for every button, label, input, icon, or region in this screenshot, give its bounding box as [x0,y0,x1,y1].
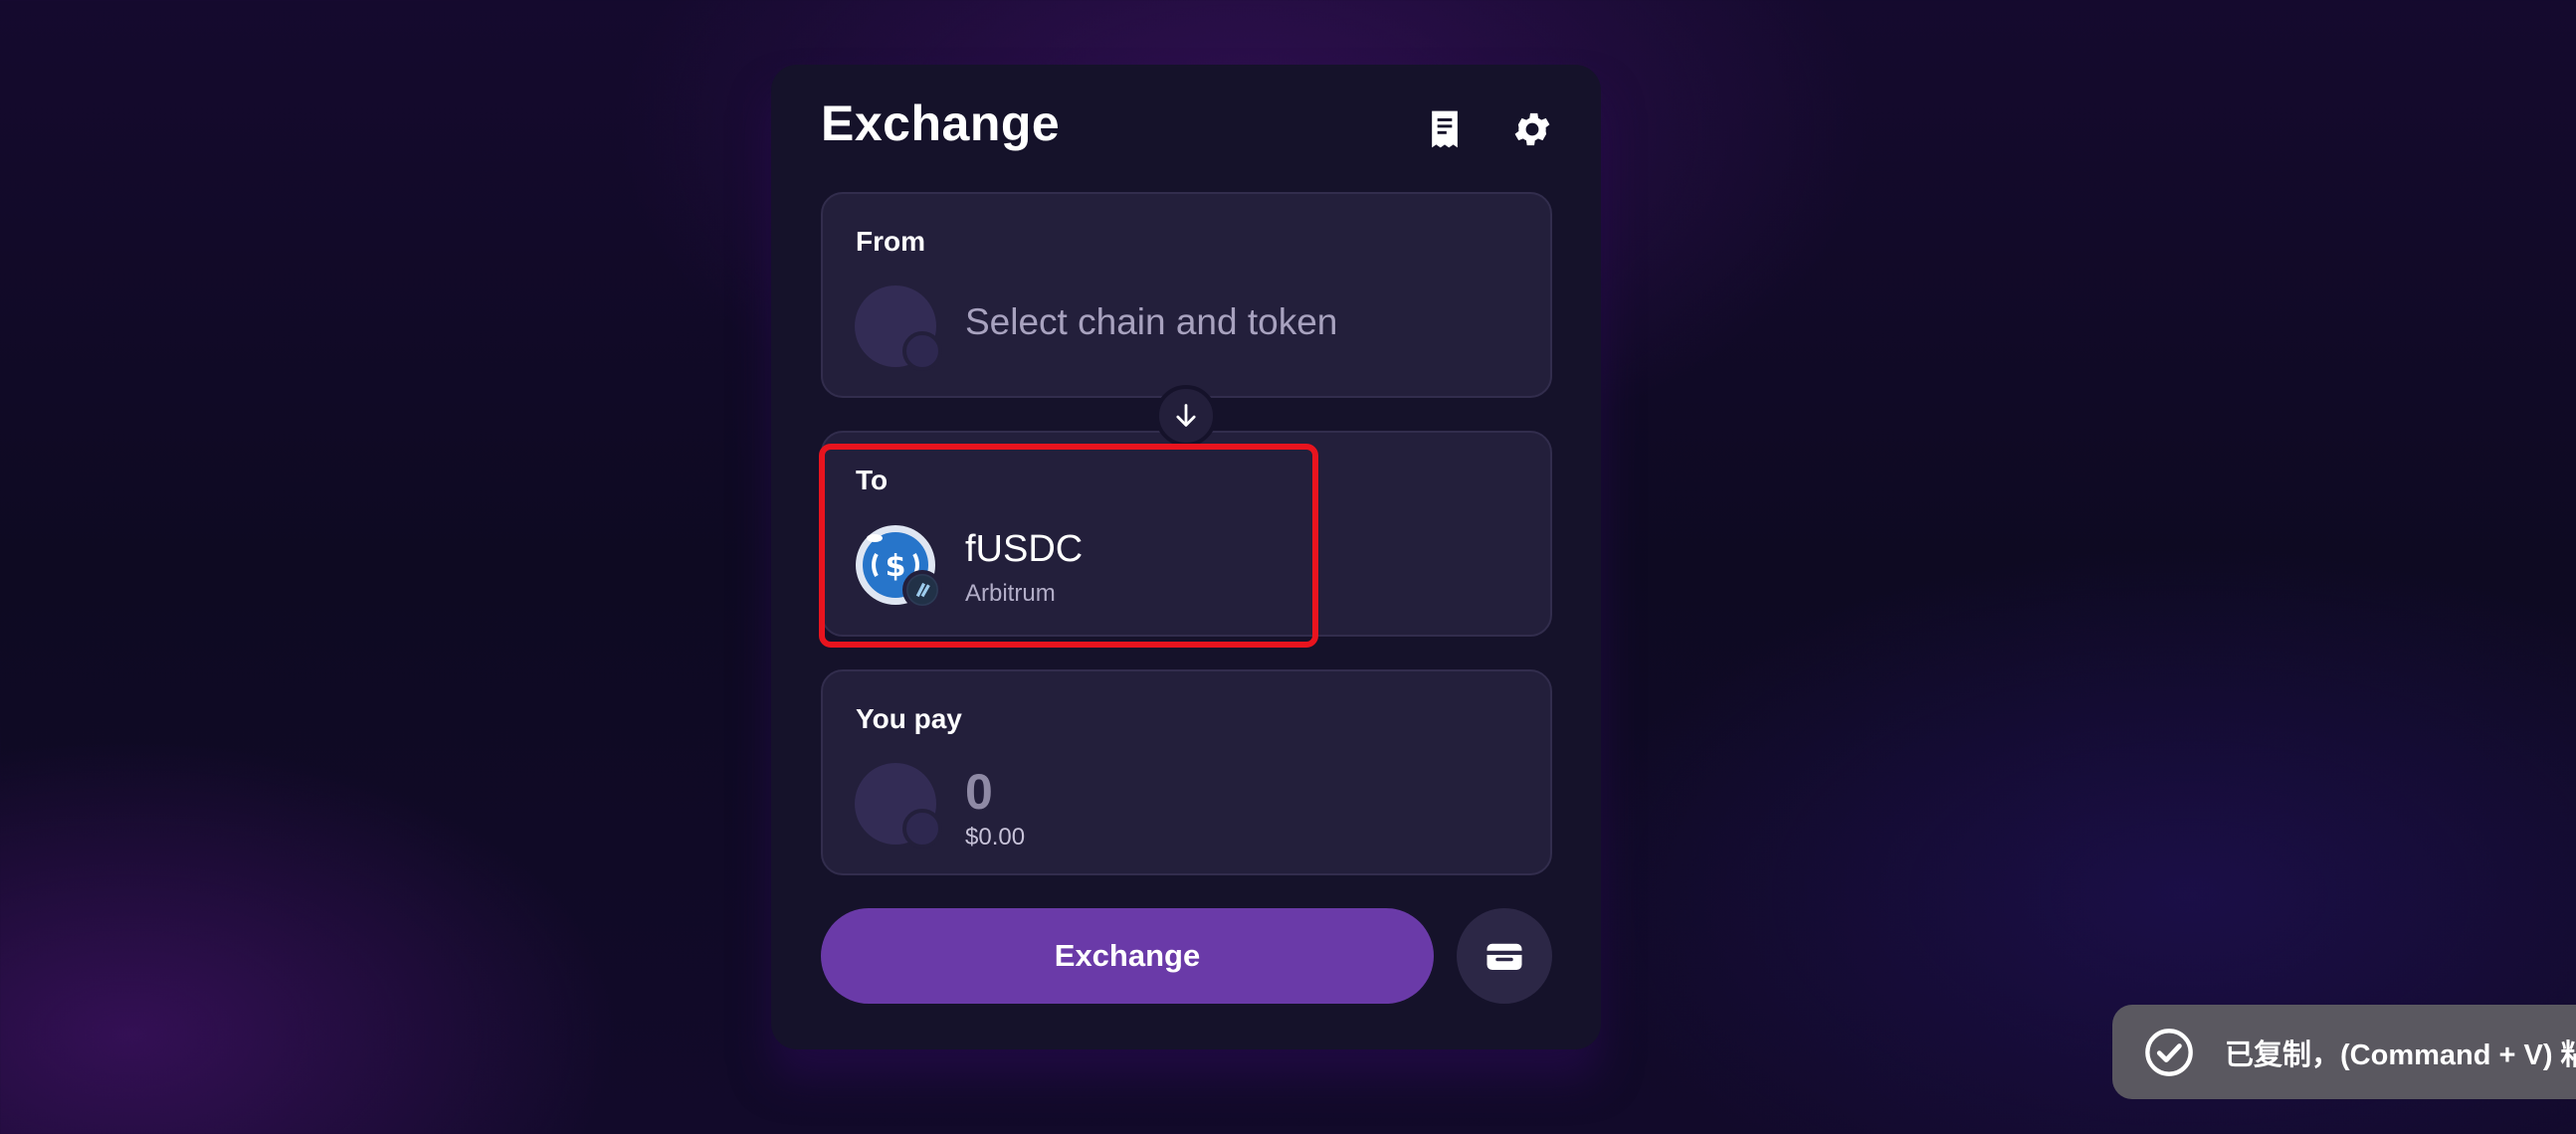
from-panel[interactable]: From Select chain and token [821,192,1552,398]
history-button[interactable] [1422,106,1468,152]
gear-icon [1514,112,1550,146]
usdc-token-icon: $ [855,524,942,610]
page-title: Exchange [821,95,1061,151]
settings-button[interactable] [1509,106,1555,152]
from-label: From [856,226,925,257]
check-circle-icon [2143,1027,2195,1078]
pay-label: You pay [856,703,962,734]
toast-message: 已复制，(Command + V) 粘 [2225,1039,2576,1071]
exchange-card: Exchange From Select chain and token To [771,65,1601,1049]
select-chain-token-text[interactable]: Select chain and token [965,301,1337,343]
arbitrum-chain-icon [902,570,942,610]
to-token-name: fUSDC [965,528,1084,570]
token-placeholder-icon [855,285,942,371]
pay-amount-input[interactable]: 0 [965,763,993,821]
to-token-chain: Arbitrum [965,580,1056,607]
exchange-button[interactable]: Exchange [821,908,1434,1004]
pay-usd-value: $0.00 [965,824,1026,850]
receipt-icon [1432,110,1458,148]
pay-chain-placeholder-icon [902,809,942,849]
copied-toast: 已复制，(Command + V) 粘 [2112,1005,2576,1099]
swap-direction-button[interactable] [1155,385,1217,447]
to-label: To [856,465,889,495]
arrow-down-icon [1176,404,1196,427]
wallet-button[interactable] [1457,908,1552,1004]
svg-text:$: $ [886,549,906,584]
chain-placeholder-icon [902,331,942,371]
pay-token-placeholder-icon [855,763,942,849]
pay-panel[interactable]: You pay 0 $0.00 [821,669,1552,875]
to-panel[interactable]: To $ fUSDC Arbitrum [821,431,1552,637]
wallet-icon [1486,943,1522,970]
